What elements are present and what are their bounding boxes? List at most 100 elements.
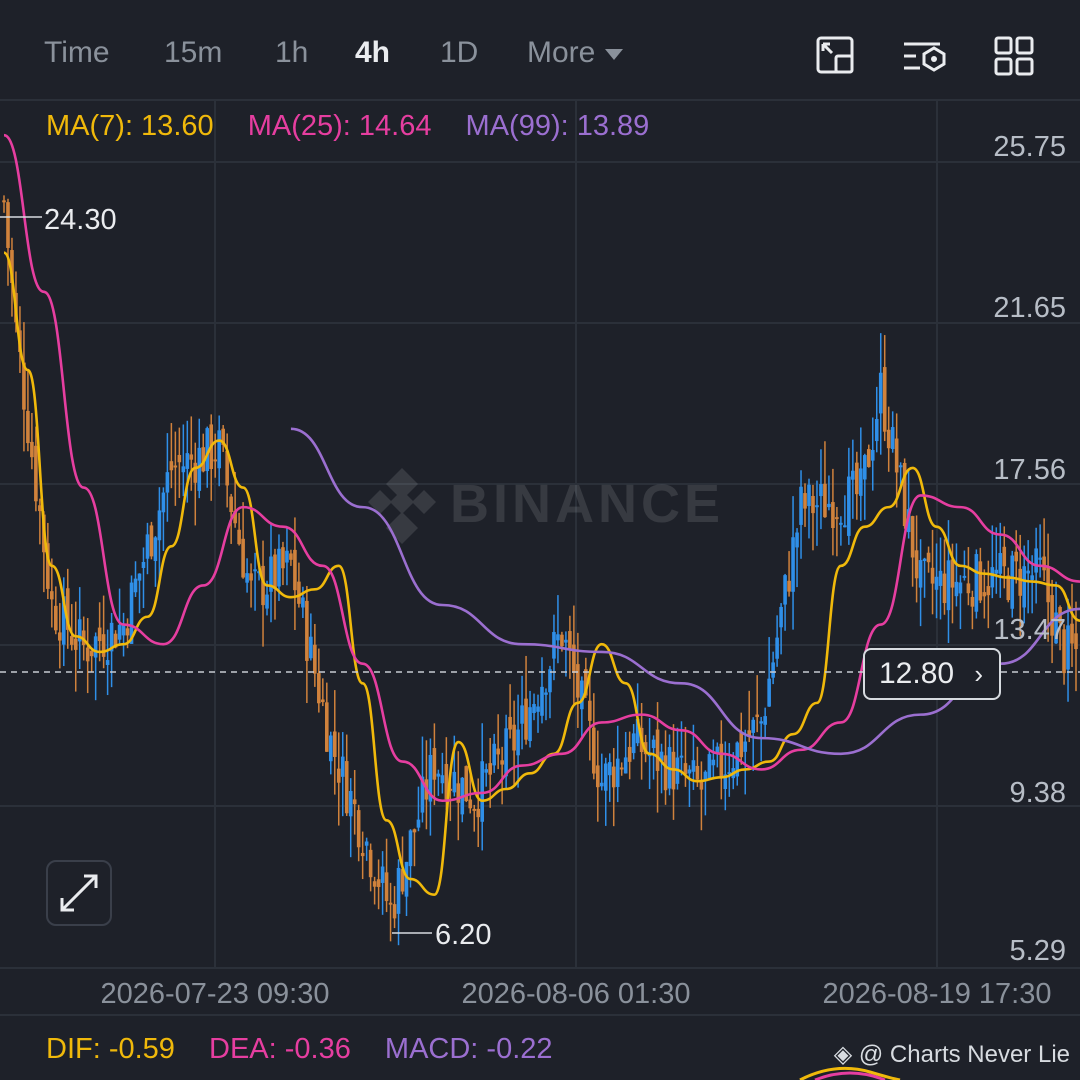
expand-arrows-icon [60, 874, 98, 912]
price-chart[interactable]: BINANCE 24.30 6.20 25.75 21.65 17.56 13.… [0, 0, 1080, 1080]
candle [568, 615, 572, 679]
candle [922, 557, 927, 598]
candle-body [380, 866, 385, 883]
candle [472, 804, 477, 832]
candle-body [958, 582, 963, 594]
x-tick-label: 2026-08-06 01:30 [462, 978, 691, 1010]
candle [763, 707, 767, 740]
candle-body [699, 781, 704, 790]
candle [253, 552, 257, 611]
candle [360, 831, 365, 880]
candle [1026, 540, 1030, 614]
candle-body [898, 465, 903, 468]
candle [544, 688, 548, 721]
candle [914, 515, 919, 603]
candle-body [787, 580, 791, 592]
candle [93, 632, 98, 701]
candle-body [1010, 555, 1015, 609]
candle [30, 412, 34, 470]
candle [285, 528, 289, 586]
ma-legend: MA(7): 13.60 MA(25): 14.64 MA(99): 13.89 [46, 110, 675, 143]
candle-body [34, 445, 38, 502]
candle [324, 682, 329, 752]
candle [874, 386, 879, 453]
candle-body [89, 650, 94, 657]
candle-body [576, 664, 580, 698]
candle-body [982, 592, 987, 597]
high-label: 24.30 [44, 204, 117, 236]
candle-body [914, 550, 919, 579]
candle-body [504, 728, 508, 777]
candle [388, 882, 393, 942]
candle [249, 563, 253, 608]
candle [6, 198, 10, 286]
candle [783, 573, 787, 631]
credit-watermark: ◈ @ Charts Never Lie [834, 1040, 1070, 1069]
candle [839, 516, 843, 546]
candle [504, 714, 508, 790]
candle-body [309, 636, 313, 659]
candle [910, 515, 915, 587]
current-price-tag[interactable]: 12.80 › [863, 648, 1001, 700]
candle-body [655, 729, 660, 771]
candle [157, 487, 162, 580]
candle-body [1042, 556, 1046, 571]
candle [416, 786, 421, 832]
candle-body [890, 427, 895, 450]
candle-body [763, 716, 767, 725]
candle [958, 575, 963, 630]
candle-body [623, 757, 628, 774]
x-tick-label: 2026-07-23 09:30 [101, 978, 330, 1010]
candle-body [878, 372, 883, 414]
y-tick-label: 9.38 [1010, 777, 1066, 809]
candle [532, 693, 536, 721]
candle-body [1066, 625, 1070, 670]
candle-body [452, 771, 457, 793]
candle-body [436, 773, 441, 777]
candle [101, 595, 106, 669]
candle-body [619, 767, 624, 770]
candle [352, 770, 357, 835]
candle-body [476, 808, 481, 818]
candle-body [759, 721, 763, 724]
candle [237, 512, 241, 546]
candle [181, 424, 186, 497]
candle-body [874, 419, 879, 442]
candle-body [1018, 568, 1023, 596]
candle [926, 546, 931, 573]
macd-legend: DIF: -0.59 DEA: -0.36 MACD: -0.22 [46, 1033, 579, 1066]
candle-body [536, 706, 540, 712]
fullscreen-button[interactable] [46, 860, 112, 926]
candle-body [560, 634, 564, 647]
candle-body [711, 759, 716, 766]
candle [811, 484, 815, 551]
candle-body [540, 686, 544, 716]
candle-body [795, 532, 799, 548]
candle [918, 539, 923, 627]
candle-body [480, 761, 485, 822]
candle [556, 595, 560, 664]
candle [699, 761, 704, 831]
candle-body [847, 476, 851, 536]
candle-body [161, 492, 166, 513]
candle-body [321, 699, 325, 703]
candle [890, 411, 895, 453]
candle-body [289, 553, 293, 560]
candle-body [372, 881, 377, 887]
candle [189, 416, 194, 491]
candle-body [651, 739, 656, 749]
candle-body [500, 760, 504, 765]
candle [141, 547, 146, 609]
candle-body [54, 605, 58, 631]
candle [105, 629, 110, 696]
candle [751, 717, 756, 771]
candle [938, 537, 943, 620]
candle-body [918, 560, 923, 588]
candle [1010, 550, 1015, 618]
candle [508, 684, 512, 739]
candle [221, 425, 225, 452]
candle [847, 447, 851, 545]
candle-body [556, 634, 560, 641]
candle-body [57, 632, 62, 641]
candle [1066, 598, 1070, 702]
